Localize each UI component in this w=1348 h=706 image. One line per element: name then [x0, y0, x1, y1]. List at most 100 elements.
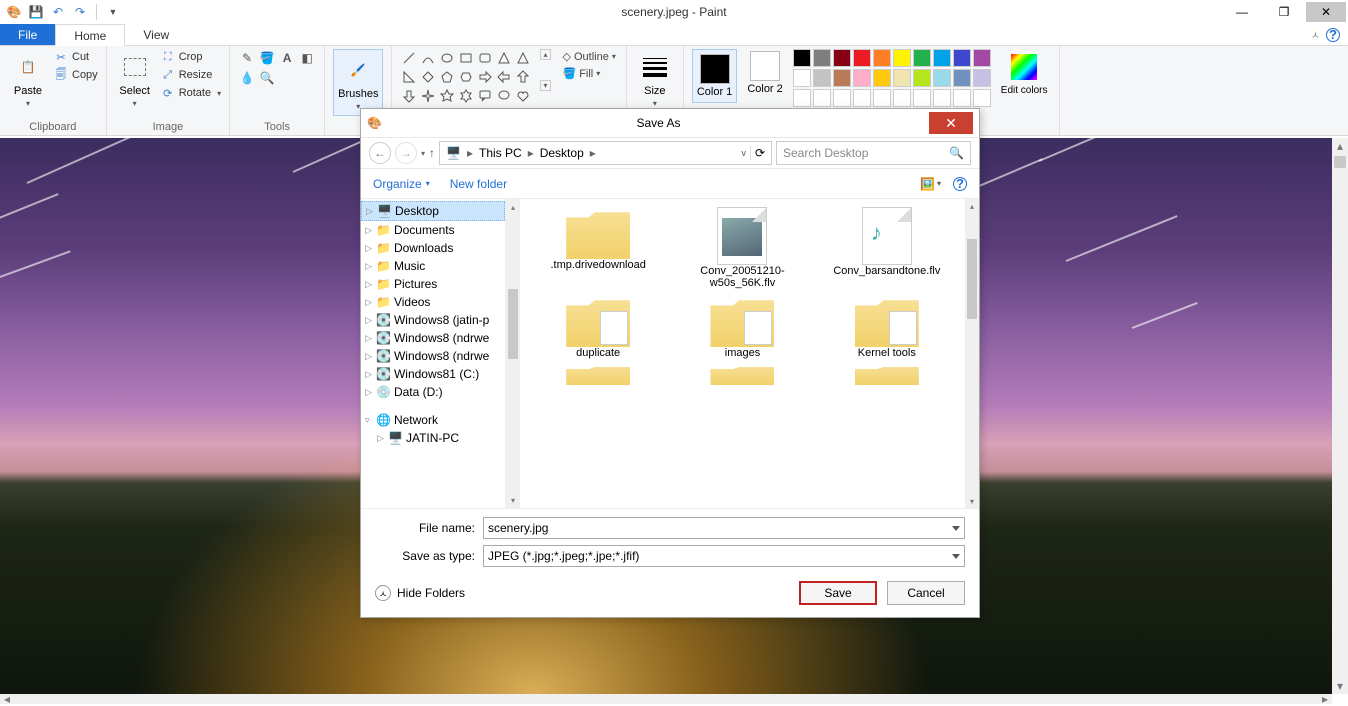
- color-swatch[interactable]: [893, 49, 911, 67]
- shape-uarrow-icon[interactable]: [514, 68, 532, 86]
- expand-icon[interactable]: ▿: [365, 415, 373, 426]
- paste-button[interactable]: 📋 Paste ▾: [8, 49, 48, 110]
- expand-icon[interactable]: ▷: [365, 333, 373, 344]
- brushes-button[interactable]: 🖌️ Brushes ▾: [333, 49, 383, 116]
- expand-icon[interactable]: ▷: [377, 433, 385, 444]
- tab-home[interactable]: Home: [55, 24, 125, 46]
- tree-scroll-up-icon[interactable]: ▴: [508, 201, 518, 213]
- tree-scrollbar[interactable]: ▴ ▾: [506, 199, 520, 508]
- resize-button[interactable]: ⤢Resize: [161, 67, 221, 83]
- expand-icon[interactable]: ▷: [365, 279, 373, 290]
- tree-item[interactable]: ▷📁Videos: [361, 293, 505, 311]
- view-mode-icon[interactable]: 🖼️▾: [920, 177, 941, 191]
- color-swatch[interactable]: [933, 69, 951, 87]
- color-swatch[interactable]: [913, 89, 931, 107]
- folder-scroll-down-icon[interactable]: ▾: [965, 494, 979, 508]
- shape-rtriangle-icon[interactable]: [400, 68, 418, 86]
- undo-icon[interactable]: ↶: [48, 2, 68, 22]
- color-swatch[interactable]: [853, 49, 871, 67]
- fill-tool-icon[interactable]: 🪣: [258, 49, 276, 67]
- fill-button[interactable]: 🪣Fill▾: [561, 66, 603, 81]
- color-swatch[interactable]: [973, 49, 991, 67]
- size-button[interactable]: Size ▾: [635, 49, 675, 110]
- color-swatch[interactable]: [953, 89, 971, 107]
- addr-dropdown-icon[interactable]: v: [737, 148, 750, 158]
- close-button[interactable]: ✕: [1306, 2, 1346, 22]
- folder-view[interactable]: .tmp.drivedownloadConv_20051210-w50s_56K…: [520, 199, 965, 508]
- shape-6star-icon[interactable]: [457, 87, 475, 105]
- color-swatch[interactable]: [833, 69, 851, 87]
- tree-item[interactable]: ▷🖥️Desktop: [361, 201, 505, 221]
- folder-item[interactable]: .tmp.drivedownload: [528, 207, 668, 289]
- select-button[interactable]: Select ▾: [115, 49, 155, 110]
- dialog-close-button[interactable]: ✕: [929, 112, 973, 134]
- refresh-icon[interactable]: ⟳: [750, 146, 769, 160]
- color-swatch[interactable]: [933, 89, 951, 107]
- filetype-select[interactable]: JPEG (*.jpg;*.jpeg;*.jpe;*.jfif): [483, 545, 965, 567]
- folder-item[interactable]: Kernel tools: [817, 295, 957, 359]
- color-swatch[interactable]: [833, 49, 851, 67]
- save-icon[interactable]: 💾: [26, 2, 46, 22]
- color-swatch[interactable]: [813, 69, 831, 87]
- breadcrumb-desktop[interactable]: Desktop: [536, 146, 588, 160]
- expand-icon[interactable]: ▷: [365, 387, 373, 398]
- shape-roundrect-icon[interactable]: [476, 49, 494, 67]
- crumb-sep-icon[interactable]: ▸: [588, 146, 598, 160]
- tree-item[interactable]: ▷📁Downloads: [361, 239, 505, 257]
- pencil-tool-icon[interactable]: ✎: [238, 49, 256, 67]
- crumb-sep-icon[interactable]: ▸: [526, 146, 536, 160]
- copy-button[interactable]: 🗐Copy: [54, 67, 98, 83]
- scroll-thumb[interactable]: [1334, 156, 1346, 168]
- shape-heart-icon[interactable]: [514, 87, 532, 105]
- color-swatch[interactable]: [793, 69, 811, 87]
- tree-item[interactable]: ▷📁Documents: [361, 221, 505, 239]
- color-swatch[interactable]: [793, 49, 811, 67]
- search-input[interactable]: Search Desktop 🔍: [776, 141, 971, 165]
- color-swatch[interactable]: [853, 69, 871, 87]
- outline-button[interactable]: ◇Outline▾: [561, 49, 618, 64]
- organize-button[interactable]: Organize▾: [373, 177, 430, 191]
- color-swatch[interactable]: [873, 89, 891, 107]
- shape-4star-icon[interactable]: [419, 87, 437, 105]
- folder-item[interactable]: [817, 365, 957, 385]
- shape-darrow-icon[interactable]: [400, 87, 418, 105]
- shape-diamond-icon[interactable]: [419, 68, 437, 86]
- tree-item[interactable]: ▷📁Pictures: [361, 275, 505, 293]
- nav-forward-button[interactable]: →: [395, 142, 417, 164]
- cancel-button[interactable]: Cancel: [887, 581, 965, 605]
- tree-item[interactable]: ▷🖥️JATIN-PC: [361, 429, 505, 447]
- expand-icon[interactable]: ▷: [365, 225, 373, 236]
- folder-item[interactable]: [528, 365, 668, 385]
- folder-scroll-thumb[interactable]: [967, 239, 977, 319]
- help-icon[interactable]: ?: [1326, 28, 1340, 42]
- folder-scroll-up-icon[interactable]: ▴: [965, 199, 979, 213]
- save-button[interactable]: Save: [799, 581, 877, 605]
- tree-item[interactable]: ▷💽Windows8 (jatin-p: [361, 311, 505, 329]
- folder-scrollbar[interactable]: ▴ ▾: [965, 199, 979, 508]
- cut-button[interactable]: ✂Cut: [54, 49, 98, 65]
- color-picker-tool-icon[interactable]: 💧: [238, 69, 256, 87]
- color-swatch[interactable]: [953, 49, 971, 67]
- folder-item[interactable]: [672, 365, 812, 385]
- minimize-ribbon-icon[interactable]: ㅅ: [1311, 27, 1320, 42]
- tab-file[interactable]: File: [0, 24, 55, 45]
- shape-polygon-icon[interactable]: [495, 49, 513, 67]
- shape-oval-icon[interactable]: [438, 49, 456, 67]
- shape-rect-icon[interactable]: [457, 49, 475, 67]
- tree-item[interactable]: ▷💽Windows81 (C:): [361, 365, 505, 383]
- color-swatch[interactable]: [853, 89, 871, 107]
- tab-view[interactable]: View: [125, 24, 187, 45]
- expand-icon[interactable]: ▷: [365, 315, 373, 326]
- color-swatch[interactable]: [953, 69, 971, 87]
- crop-button[interactable]: ⛶Crop: [161, 49, 221, 65]
- qat-customize-icon[interactable]: ▼: [103, 2, 123, 22]
- minimize-button[interactable]: —: [1222, 2, 1262, 22]
- color-swatch[interactable]: [973, 89, 991, 107]
- redo-icon[interactable]: ↷: [70, 2, 90, 22]
- filename-input[interactable]: scenery.jpg: [483, 517, 965, 539]
- crumb-sep-icon[interactable]: ▸: [465, 146, 475, 160]
- color1-button[interactable]: Color 1: [692, 49, 737, 103]
- folder-item[interactable]: Conv_20051210-w50s_56K.flv: [672, 207, 812, 289]
- vertical-scrollbar[interactable]: ▴ ▾: [1332, 138, 1348, 694]
- expand-icon[interactable]: ▷: [365, 243, 373, 254]
